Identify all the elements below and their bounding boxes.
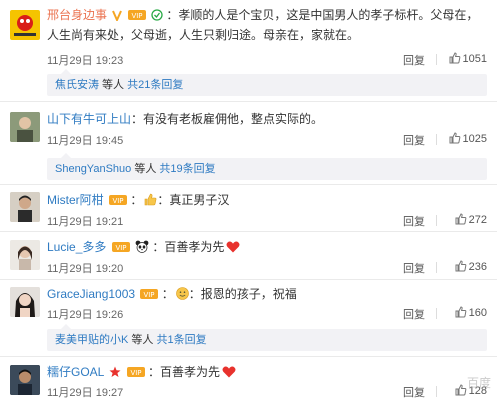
sub-replies-box[interactable]: ShengYanShuo 等人 共19条回复 bbox=[47, 153, 487, 180]
thumbs-up-icon bbox=[449, 52, 460, 64]
comment-text: ：报恩的孩子，祝福 bbox=[188, 287, 297, 301]
avatar-logo-icon bbox=[14, 15, 36, 36]
avatar[interactable] bbox=[10, 287, 40, 317]
comment-time: 11月29日 19:27 bbox=[47, 387, 124, 399]
avatar-photo-icon bbox=[10, 287, 40, 317]
divider bbox=[436, 308, 437, 319]
divider bbox=[436, 262, 437, 273]
like-button[interactable]: 1025 bbox=[449, 132, 487, 145]
comment-text: ：真正男子汉 bbox=[157, 193, 230, 207]
star-icon bbox=[109, 365, 121, 383]
avatar[interactable] bbox=[10, 192, 40, 222]
divider bbox=[0, 184, 497, 185]
like-button[interactable]: 160 bbox=[455, 306, 487, 319]
divider bbox=[0, 101, 497, 102]
like-button[interactable]: 236 bbox=[455, 260, 487, 273]
vip-crown-icon: VIP bbox=[109, 193, 128, 211]
reply-button[interactable]: 回复 bbox=[403, 132, 425, 148]
avatar-photo-icon bbox=[10, 240, 40, 270]
reply-button[interactable]: 回复 bbox=[403, 306, 425, 322]
comment-time: 11月29日 19:21 bbox=[47, 216, 124, 228]
divider bbox=[436, 134, 437, 145]
heart-icon bbox=[222, 365, 236, 383]
thumbs-up-icon bbox=[455, 384, 466, 396]
avatar[interactable] bbox=[10, 112, 40, 142]
smile-emoji-icon bbox=[175, 287, 189, 305]
divider bbox=[0, 231, 497, 232]
like-button[interactable]: 1051 bbox=[449, 52, 487, 65]
more-replies-link[interactable]: 共19条回复 bbox=[159, 163, 215, 175]
thumbs-up-icon bbox=[449, 132, 460, 144]
comment-time: 11月29日 19:26 bbox=[47, 309, 124, 321]
watermark: 百度 bbox=[466, 376, 491, 390]
comment-text: ：百善孝为先 bbox=[152, 240, 225, 254]
panda-icon bbox=[135, 240, 149, 258]
green-level-icon bbox=[151, 8, 163, 26]
avatar-photo-icon bbox=[10, 192, 40, 222]
divider bbox=[436, 215, 437, 226]
username[interactable]: 山下有牛可上山 bbox=[47, 112, 131, 126]
like-count: 236 bbox=[468, 261, 487, 273]
sub-reply-user[interactable]: ShengYanShuo bbox=[55, 163, 131, 175]
comment-time: 11月29日 19:45 bbox=[47, 135, 124, 147]
more-replies-link[interactable]: 共21条回复 bbox=[127, 79, 183, 91]
svg-text:VIP: VIP bbox=[144, 291, 155, 299]
vip-crown-icon: VIP bbox=[140, 287, 159, 305]
divider bbox=[436, 54, 437, 65]
vip-crown-icon: VIP bbox=[127, 8, 146, 26]
svg-text:VIP: VIP bbox=[131, 12, 142, 20]
sub-reply-user[interactable]: 麦美甲贴的小K bbox=[55, 334, 128, 346]
svg-text:VIP: VIP bbox=[115, 244, 126, 252]
username[interactable]: 邢台身边事 bbox=[47, 8, 107, 22]
reply-button[interactable]: 回复 bbox=[403, 260, 425, 276]
divider bbox=[0, 279, 497, 280]
like-count: 160 bbox=[468, 307, 487, 319]
like-count: 1025 bbox=[462, 133, 487, 145]
avatar[interactable] bbox=[10, 365, 40, 395]
svg-text:VIP: VIP bbox=[130, 369, 141, 377]
sub-replies-box[interactable]: 麦美甲贴的小K 等人 共1条回复 bbox=[47, 324, 487, 351]
comment-text: ：有没有老板雇佣他，整点实际的。 bbox=[131, 112, 324, 126]
sub-replies-box[interactable]: 焦氏安涛 等人 共21条回复 bbox=[47, 69, 487, 96]
avatar-photo-icon bbox=[10, 112, 40, 142]
like-count: 1051 bbox=[462, 53, 487, 65]
avatar-photo-icon bbox=[10, 365, 40, 395]
thumbs-up-icon bbox=[455, 260, 466, 272]
like-count: 272 bbox=[468, 214, 487, 226]
thumbs-up-icon bbox=[455, 306, 466, 318]
divider bbox=[436, 386, 437, 397]
avatar[interactable] bbox=[10, 10, 40, 40]
divider bbox=[0, 356, 497, 357]
verified-v-icon bbox=[112, 8, 123, 26]
thumbs-up-emoji-icon bbox=[144, 193, 157, 211]
reply-button[interactable]: 回复 bbox=[403, 384, 425, 400]
comment-time: 11月29日 19:20 bbox=[47, 263, 124, 275]
svg-text:VIP: VIP bbox=[112, 197, 123, 205]
username[interactable]: Mister阿柑 bbox=[47, 193, 104, 207]
username[interactable]: 糯仔GOAL bbox=[47, 365, 104, 379]
sub-reply-user[interactable]: 焦氏安涛 bbox=[55, 79, 99, 91]
comment-text: ：百善孝为先 bbox=[147, 365, 220, 379]
comment-time: 11月29日 19:23 bbox=[47, 55, 124, 67]
like-button[interactable]: 272 bbox=[455, 213, 487, 226]
vip-crown-icon: VIP bbox=[126, 365, 145, 383]
thumbs-up-icon bbox=[455, 213, 466, 225]
vip-crown-icon: VIP bbox=[111, 240, 130, 258]
heart-icon bbox=[226, 240, 240, 258]
username[interactable]: Lucie_多多 bbox=[47, 240, 106, 254]
reply-button[interactable]: 回复 bbox=[403, 52, 425, 68]
avatar[interactable] bbox=[10, 240, 40, 270]
username[interactable]: GraceJiang1003 bbox=[47, 287, 135, 301]
more-replies-link[interactable]: 共1条回复 bbox=[156, 334, 206, 346]
reply-button[interactable]: 回复 bbox=[403, 213, 425, 229]
